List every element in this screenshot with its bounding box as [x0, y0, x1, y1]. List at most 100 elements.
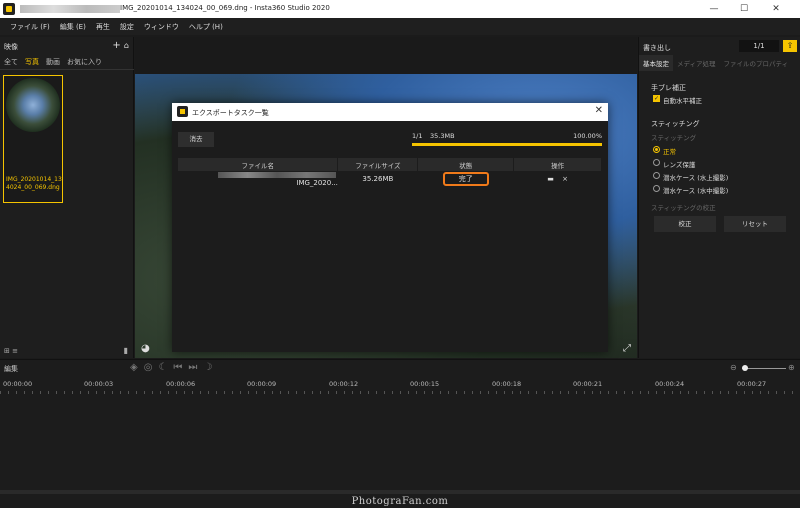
auto-level-checkbox[interactable]: ✓: [653, 95, 660, 102]
export-counter: 1/1: [739, 40, 779, 52]
folder-icon[interactable]: ▬: [547, 175, 554, 183]
col-filesize: ファイルサイズ: [337, 158, 419, 171]
dialog-title: エクスポートタスク一覧: [192, 109, 269, 117]
export-panel: 書き出し 1/1 ⇪ 基本設定 メディア処理 ファイルのプロパティ 手ブレ補正 …: [638, 37, 800, 358]
timeline-controls: ◈◎☾⏮⏭☽: [130, 362, 218, 373]
timeline-scrollbar[interactable]: [0, 490, 800, 494]
tab-basic-settings[interactable]: 基本設定: [639, 55, 673, 71]
zoom-knob[interactable]: [742, 365, 748, 371]
close-button[interactable]: ✕: [762, 0, 790, 18]
tick-label: 00:00:12: [329, 380, 359, 388]
tab-file-properties[interactable]: ファイルのプロパティ: [720, 55, 793, 71]
title-bar: IMG_20201014_134024_00_069.dng - Insta36…: [0, 0, 800, 18]
menu-settings[interactable]: 設定: [120, 22, 134, 32]
auto-level-label: 自動水平補正: [663, 97, 702, 105]
stitching-title: スティッチング: [651, 120, 700, 128]
dialog-app-icon: [177, 106, 188, 117]
snapshot-icon[interactable]: ◎: [144, 362, 159, 373]
tick-label: 00:00:09: [247, 380, 277, 388]
mark-out-icon[interactable]: ☽: [203, 362, 218, 373]
menu-bar: ファイル (F) 編集 (E) 再生 設定 ウィンドウ ヘルプ (H): [0, 18, 800, 35]
tick-label: 00:00:18: [492, 380, 522, 388]
export-icon[interactable]: ⇪: [783, 40, 797, 52]
table-row: IMG_2020... 35.26MB 完了 ▬ ×: [178, 171, 602, 187]
col-status: 状態: [417, 158, 515, 171]
progress-fill: [412, 143, 602, 146]
export-panel-title: 書き出し: [643, 44, 671, 52]
media-panel: 映像 + ⌂ 全て 写真 動画 お気に入り IMG_20201014_13402…: [0, 37, 134, 358]
tick-label: 00:00:06: [166, 380, 196, 388]
thumbnail-image: [6, 78, 60, 132]
radio-dive-under-label: 潜水ケース (水中撮影): [663, 187, 729, 195]
col-actions: 操作: [513, 158, 602, 171]
tick-label: 00:00:03: [84, 380, 114, 388]
zoom-out-icon[interactable]: ⊖: [730, 363, 737, 372]
zoom-slider[interactable]: ⊖ ⊕: [730, 363, 798, 373]
tab-media-processing[interactable]: メディア処理: [673, 55, 720, 71]
menu-help[interactable]: ヘルプ (H): [189, 22, 223, 32]
timeline-title: 編集: [4, 365, 18, 373]
radio-normal-label: 正常: [663, 148, 676, 156]
progress-bar: [412, 143, 602, 146]
media-panel-title: 映像: [4, 43, 18, 51]
preview-top: [135, 37, 637, 74]
add-icon[interactable]: +: [112, 40, 120, 51]
trash-icon[interactable]: ▮: [124, 346, 128, 355]
window-title: IMG_20201014_134024_00_069.dng - Insta36…: [120, 4, 330, 12]
blurred-path: [20, 5, 120, 13]
progress-percent: 100.00%: [573, 132, 602, 140]
tick-label: 00:00:21: [573, 380, 603, 388]
radio-dive-above[interactable]: [653, 172, 660, 179]
divider: [0, 69, 134, 70]
app-icon: [3, 3, 15, 15]
dialog-close-icon[interactable]: ✕: [595, 105, 603, 116]
fullscreen-icon[interactable]: ⤢: [623, 343, 631, 354]
calibrate-button[interactable]: 校正: [654, 216, 716, 232]
stitching-subtitle: スティッチング: [651, 134, 697, 142]
radio-lens-guard[interactable]: [653, 159, 660, 166]
calibration-title: スティッチングの校正: [651, 204, 716, 212]
menu-edit[interactable]: 編集 (E): [60, 22, 86, 32]
blurred-path: [217, 172, 336, 178]
keyframe-icon[interactable]: ◈: [130, 362, 144, 373]
watermark: PhotograFan.com: [351, 496, 449, 507]
col-filename: ファイル名: [178, 158, 339, 171]
progress-size: 35.3MB: [430, 132, 455, 140]
reset-button[interactable]: リセット: [724, 216, 786, 232]
maximize-button[interactable]: ☐: [730, 0, 758, 18]
row-status: 完了: [442, 172, 489, 186]
grid-view-icon[interactable]: ⊞ ≡: [4, 347, 18, 355]
export-task-table: ファイル名 ファイルサイズ 状態 操作 IMG_2020... 35.26MB …: [178, 158, 602, 187]
view-mode-icon[interactable]: ◕: [141, 343, 150, 354]
tick-label: 00:00:27: [737, 380, 767, 388]
radio-normal[interactable]: [653, 146, 660, 153]
menu-play[interactable]: 再生: [96, 22, 110, 32]
export-tabs: 基本設定 メディア処理 ファイルのプロパティ: [639, 55, 800, 71]
step-forward-icon[interactable]: ⏭: [188, 362, 203, 373]
clear-button[interactable]: 消去: [178, 132, 214, 147]
progress-count: 1/1: [412, 132, 423, 140]
radio-dive-above-label: 潜水ケース (水上撮影): [663, 174, 729, 182]
thumbnail-caption: IMG_20201014_134024_00_069.dng: [6, 176, 62, 191]
zoom-in-icon[interactable]: ⊕: [788, 363, 795, 372]
menu-window[interactable]: ウィンドウ: [144, 22, 179, 32]
export-task-dialog: エクスポートタスク一覧 ✕ 消去 1/1 35.3MB 100.00% ファイル…: [172, 103, 608, 352]
timeline-ruler[interactable]: [0, 391, 800, 394]
tick-label: 00:00:15: [410, 380, 440, 388]
media-thumbnail[interactable]: IMG_20201014_134024_00_069.dng: [3, 75, 63, 203]
timeline-panel: 編集 ◈◎☾⏮⏭☽ ⊖ ⊕ 00:00:00 00:00:03 00:00:06…: [0, 359, 800, 508]
radio-dive-under[interactable]: [653, 185, 660, 192]
row-filename: IMG_2020...: [296, 179, 338, 187]
dialog-header: エクスポートタスク一覧 ✕: [172, 103, 608, 121]
radio-lens-guard-label: レンズ保護: [663, 161, 696, 169]
tick-label: 00:00:00: [3, 380, 33, 388]
row-filesize: 35.26MB: [362, 175, 394, 183]
remove-icon[interactable]: ×: [562, 175, 568, 183]
import-icon[interactable]: ⌂: [124, 41, 129, 50]
mark-in-icon[interactable]: ☾: [158, 362, 173, 373]
tick-label: 00:00:24: [655, 380, 685, 388]
stabilization-title: 手ブレ補正: [651, 84, 686, 92]
minimize-button[interactable]: —: [700, 0, 728, 18]
step-back-icon[interactable]: ⏮: [173, 362, 188, 373]
menu-file[interactable]: ファイル (F): [10, 22, 50, 32]
